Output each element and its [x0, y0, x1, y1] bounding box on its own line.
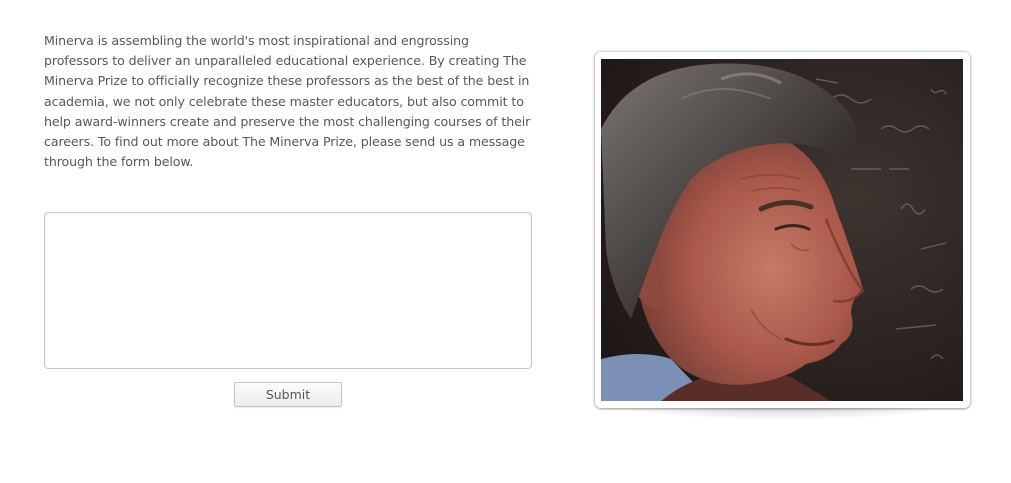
photo-frame — [595, 52, 970, 408]
intro-paragraph: Minerva is assembling the world's most i… — [44, 33, 531, 170]
submit-button[interactable]: Submit — [234, 382, 342, 407]
portrait-photo — [601, 59, 963, 401]
portrait-illustration — [601, 59, 963, 401]
message-textarea[interactable] — [44, 212, 532, 369]
